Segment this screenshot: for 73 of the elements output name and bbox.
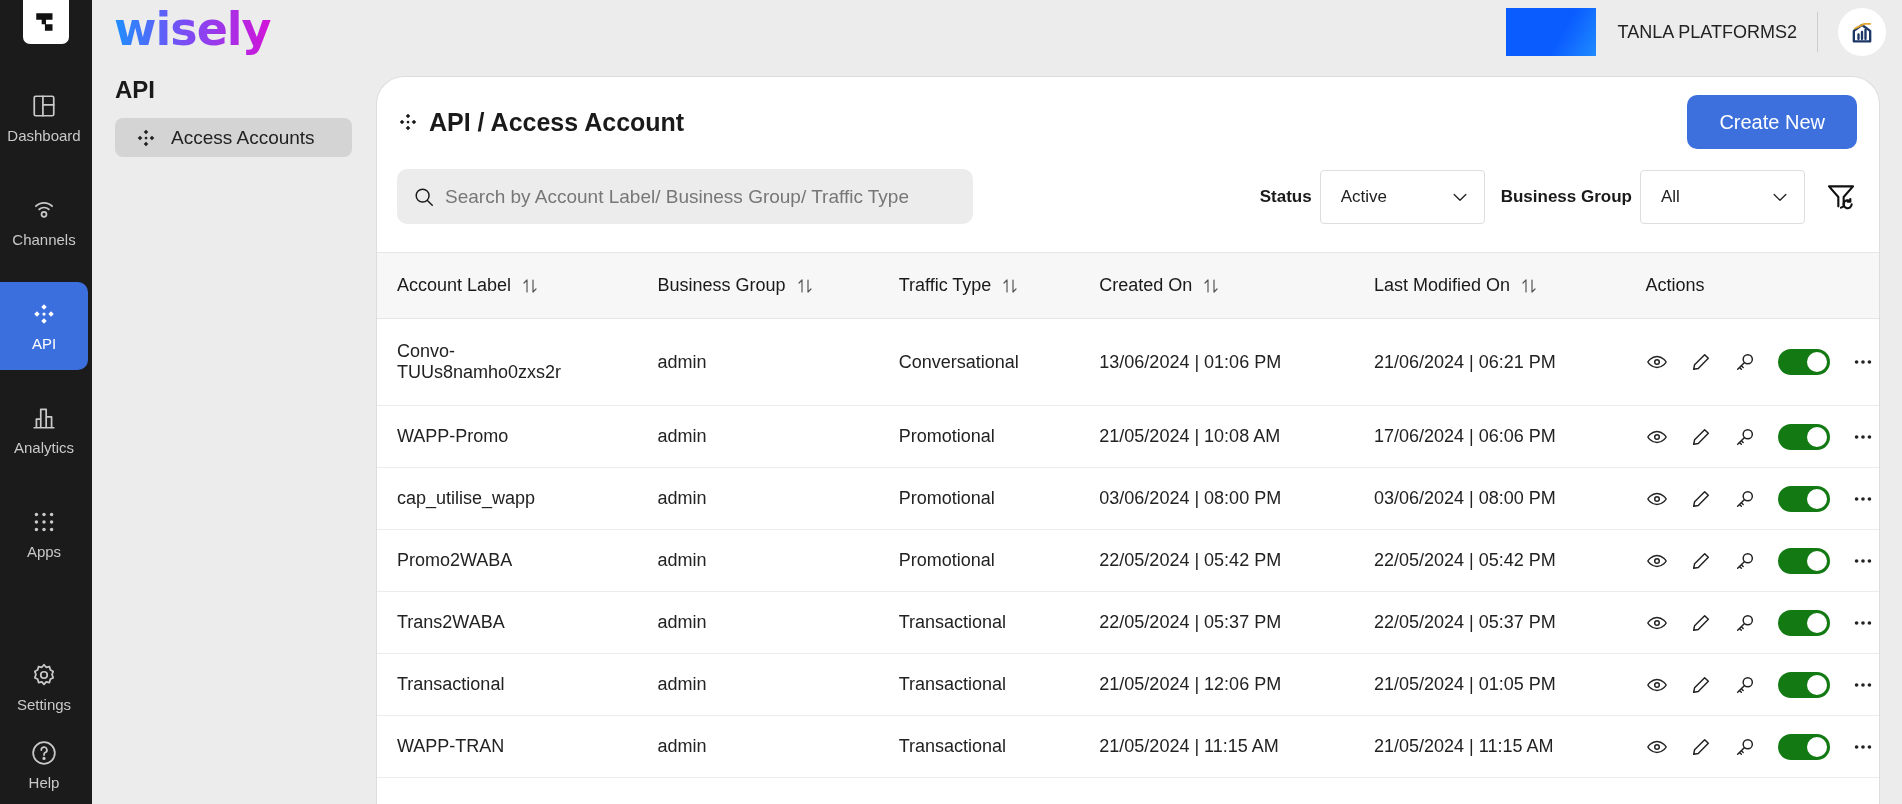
table-cell-text: Transactional bbox=[397, 674, 506, 695]
table-cell: admin bbox=[657, 550, 707, 570]
table-cell-text: Convo-TUUs8namho0zxs2r bbox=[397, 341, 563, 383]
table-cell: 22/05/2024 | 05:37 PM bbox=[1099, 612, 1282, 632]
nav-item[interactable]: Apps bbox=[0, 490, 88, 578]
column-header: Account Label bbox=[397, 275, 512, 296]
table-cell: 21/05/2024 | 10:08 AM bbox=[1099, 426, 1281, 446]
table-cell: 21/06/2024 | 06:21 PM bbox=[1374, 351, 1556, 372]
column-header: Last Modified On bbox=[1374, 275, 1511, 296]
search-input[interactable]: Search by Account Label/ Business Group/ Traffic Type bbox=[445, 185, 957, 208]
table-cell: admin bbox=[657, 612, 707, 632]
table-cell: 21/05/2024 | 01:05 PM bbox=[1374, 674, 1556, 694]
filter-label: Business Group bbox=[1500, 186, 1632, 207]
column-header: Business Group bbox=[657, 275, 786, 296]
table-cell-text: Trans2WABA bbox=[397, 612, 506, 633]
create-new-button[interactable]: Create New bbox=[1687, 95, 1857, 149]
settings-icon bbox=[31, 661, 57, 688]
table-cell: 03/06/2024 | 08:00 PM bbox=[1374, 488, 1556, 508]
search-field[interactable]: Search by Account Label/ Business Group/ Traffic Type bbox=[397, 169, 973, 224]
filter-dropdown[interactable]: Active bbox=[1319, 169, 1485, 224]
dashboard-icon bbox=[31, 92, 57, 119]
toggle-switch[interactable] bbox=[1777, 609, 1830, 636]
filter-dropdown[interactable]: All bbox=[1640, 169, 1805, 224]
search-icon bbox=[413, 185, 435, 208]
app-logo[interactable] bbox=[23, 0, 69, 44]
table-cell: Promotional bbox=[898, 426, 995, 446]
column-header: Created On bbox=[1099, 275, 1193, 296]
table-cell: admin bbox=[657, 488, 707, 508]
nav-item[interactable]: Analytics bbox=[0, 386, 88, 474]
table-cell: Promotional bbox=[898, 488, 995, 508]
table-cell: 13/06/2024 | 01:06 PM bbox=[1099, 351, 1282, 372]
toggle-switch[interactable] bbox=[1777, 423, 1830, 450]
nav-item[interactable]: Settings bbox=[0, 648, 88, 726]
table-cell: 21/05/2024 | 12:06 PM bbox=[1099, 674, 1282, 694]
toggle-switch[interactable] bbox=[1777, 485, 1830, 512]
column-header: Traffic Type bbox=[898, 275, 992, 296]
table-cell: Transactional bbox=[898, 674, 1007, 694]
table-cell: admin bbox=[657, 736, 707, 756]
section-title: API bbox=[115, 76, 156, 104]
table-cell: admin bbox=[657, 351, 707, 372]
table-cell: 22/05/2024 | 05:42 PM bbox=[1374, 550, 1556, 570]
table-cell-text: WAPP-Promo bbox=[397, 426, 510, 447]
table-cell: Promotional bbox=[898, 550, 995, 570]
table-cell: 03/06/2024 | 08:00 PM bbox=[1099, 488, 1282, 508]
toggle-switch[interactable] bbox=[1777, 349, 1830, 375]
table-cell: Conversational bbox=[898, 351, 1019, 372]
table-cell: Transactional bbox=[898, 612, 1007, 632]
table-cell: 22/05/2024 | 05:37 PM bbox=[1374, 612, 1556, 632]
filter-label: Status bbox=[1259, 186, 1312, 207]
toggle-switch[interactable] bbox=[1777, 671, 1830, 698]
subnav-item[interactable]: Access Accounts bbox=[115, 118, 352, 157]
table-cell: admin bbox=[657, 426, 707, 446]
toggle-switch[interactable] bbox=[1777, 547, 1830, 574]
table-cell: 21/05/2024 | 11:15 AM bbox=[1099, 736, 1279, 756]
table-cell: 22/05/2024 | 05:42 PM bbox=[1099, 550, 1282, 570]
table-cell-text: cap_utilise_wapp bbox=[397, 488, 537, 509]
nav-item[interactable]: API bbox=[0, 282, 88, 370]
api-icon bbox=[397, 111, 419, 133]
table-cell: admin bbox=[657, 674, 707, 694]
table-cell: Transactional bbox=[898, 736, 1007, 756]
table-cell-text: Promo2WABA bbox=[397, 550, 514, 571]
avatar[interactable] bbox=[1838, 8, 1886, 56]
table-cell: 21/05/2024 | 11:15 AM bbox=[1374, 736, 1554, 756]
table-cell: 17/06/2024 | 06:06 PM bbox=[1374, 426, 1556, 446]
nav-item[interactable]: Channels bbox=[0, 178, 88, 266]
help-icon bbox=[31, 739, 57, 766]
nav-item[interactable]: Dashboard bbox=[0, 74, 88, 162]
account-name: TANLA PLATFORMS2 bbox=[1617, 12, 1818, 52]
column-header: Actions bbox=[1645, 275, 1705, 296]
table-cell-text: WAPP-TRAN bbox=[397, 736, 506, 757]
toggle-switch[interactable] bbox=[1777, 733, 1830, 760]
page-title: API / Access Account bbox=[429, 107, 685, 137]
nav-item[interactable]: Help bbox=[0, 726, 88, 804]
